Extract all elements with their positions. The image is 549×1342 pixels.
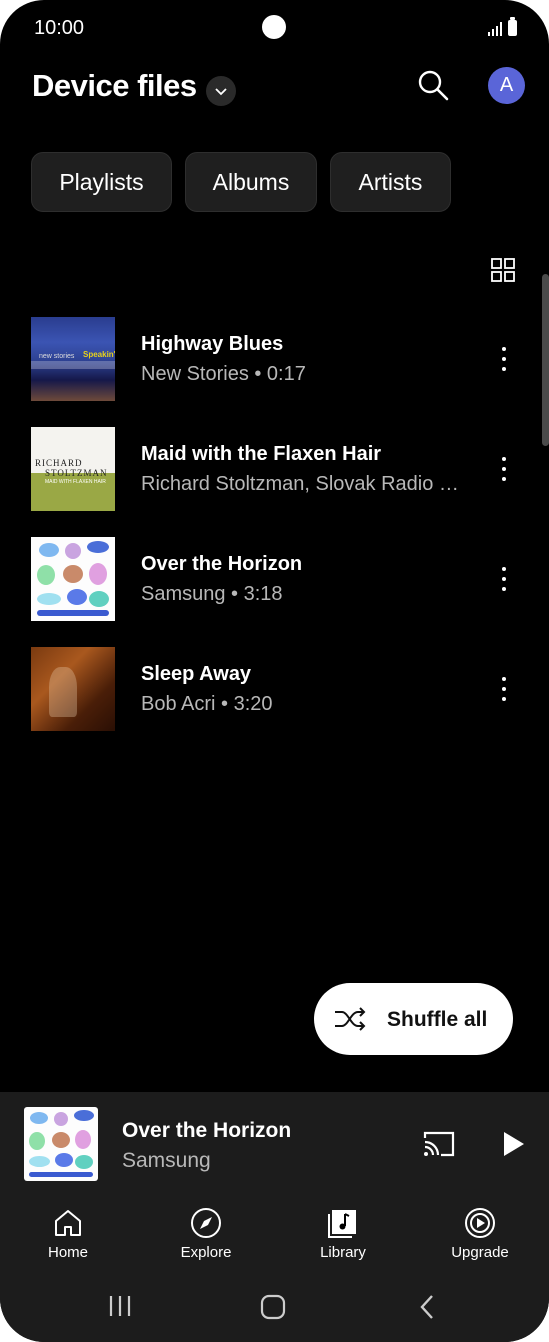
more-options-icon[interactable] (494, 347, 514, 371)
track-row[interactable]: new stories Speakin' Highway Blues New S… (0, 317, 549, 403)
nav-explore[interactable]: Explore (146, 1207, 266, 1269)
more-options-icon[interactable] (494, 457, 514, 481)
track-subtitle: Bob Acri • 3:20 (141, 693, 273, 715)
battery-icon (508, 17, 517, 36)
status-time: 10:00 (34, 17, 85, 39)
now-playing-artist: Samsung (122, 1149, 211, 1172)
art-text: new stories (39, 353, 75, 360)
nav-label: Upgrade (451, 1244, 509, 1261)
track-title: Maid with the Flaxen Hair (141, 443, 382, 465)
system-navigation-bar (0, 1272, 549, 1342)
home-icon (55, 1210, 81, 1236)
art-text: Speakin' (83, 350, 115, 359)
nav-upgrade[interactable]: Upgrade (420, 1207, 540, 1269)
art-text: STOLTZMAN (45, 468, 108, 478)
track-subtitle: Richard Stoltzman, Slovak Radio … (141, 473, 459, 495)
back-icon[interactable] (418, 1294, 436, 1320)
play-icon[interactable] (500, 1130, 526, 1158)
avatar-letter: A (499, 74, 514, 96)
source-dropdown-button[interactable] (206, 76, 236, 106)
library-icon (328, 1210, 356, 1238)
nav-label: Home (47, 1244, 88, 1261)
recent-apps-icon[interactable] (108, 1294, 132, 1318)
mini-player[interactable]: Over the Horizon Samsung (0, 1092, 549, 1197)
nav-library[interactable]: Library (283, 1207, 403, 1269)
home-system-icon[interactable] (260, 1294, 286, 1320)
art-text: RICHARD (35, 458, 83, 468)
now-playing-title: Over the Horizon (122, 1119, 292, 1142)
shuffle-all-button[interactable]: Shuffle all (314, 983, 513, 1055)
track-row[interactable]: Sleep Away Bob Acri • 3:20 (0, 647, 549, 733)
track-title: Over the Horizon (141, 553, 303, 575)
nav-label: Library (320, 1244, 366, 1261)
bottom-navigation: Home Explore Library Upgrade (0, 1197, 549, 1272)
green-album-art: RICHARD STOLTZMAN MAID WITH FLAXEN HAIR (31, 427, 115, 511)
search-icon[interactable] (416, 68, 450, 102)
nav-label: Explore (180, 1244, 232, 1261)
nav-home[interactable]: Home (8, 1207, 128, 1269)
chip-artists[interactable]: Artists (330, 152, 451, 212)
blue-album-art: new stories Speakin' (31, 317, 115, 401)
page-title: Device files (32, 68, 197, 103)
chip-albums[interactable]: Albums (185, 152, 317, 212)
track-row[interactable]: Over the Horizon Samsung • 3:18 (0, 537, 549, 623)
track-row[interactable]: RICHARD STOLTZMAN MAID WITH FLAXEN HAIR … (0, 427, 549, 513)
chevron-down-icon (215, 88, 227, 96)
chip-playlists[interactable]: Playlists (31, 152, 172, 212)
signal-icon (488, 22, 502, 36)
upgrade-icon (465, 1208, 495, 1238)
cast-icon[interactable] (422, 1130, 456, 1158)
shuffle-icon (335, 1007, 366, 1031)
phone-screen: 10:00 Device files A Playlists Albums Ar… (0, 0, 549, 1342)
track-subtitle: New Stories • 0:17 (141, 363, 306, 385)
cartoon-album-art (31, 537, 115, 621)
track-subtitle: Samsung • 3:18 (141, 583, 283, 605)
art-text: MAID WITH FLAXEN HAIR (45, 479, 106, 485)
now-playing-art (24, 1107, 98, 1181)
shuffle-all-label: Shuffle all (387, 1008, 488, 1031)
track-title: Sleep Away (141, 663, 252, 685)
art-band (31, 361, 115, 369)
camera-cutout (262, 15, 286, 39)
avatar[interactable]: A (488, 67, 525, 104)
compass-icon (191, 1208, 221, 1238)
brown-album-art (31, 647, 115, 731)
status-icons (488, 17, 517, 36)
grid-view-icon[interactable] (491, 258, 515, 282)
more-options-icon[interactable] (494, 677, 514, 701)
more-options-icon[interactable] (494, 567, 514, 591)
track-title: Highway Blues (141, 333, 284, 355)
